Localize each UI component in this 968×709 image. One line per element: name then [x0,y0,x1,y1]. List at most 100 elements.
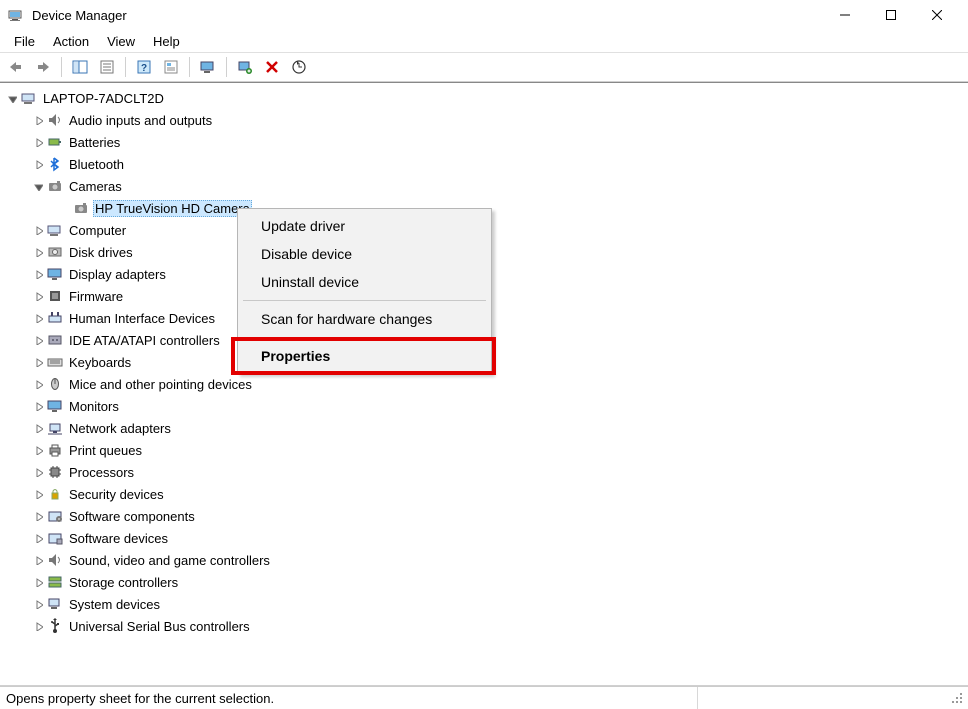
maximize-button[interactable] [868,0,914,30]
chevron-right-icon[interactable] [32,378,44,390]
menu-file[interactable]: File [6,32,43,51]
chevron-right-icon[interactable] [32,466,44,478]
chevron-right-icon[interactable] [32,620,44,632]
monitor-toolbar-button[interactable] [196,55,220,79]
context-menu-item-update-driver[interactable]: Update driver [241,212,488,240]
toolbar-icon-2[interactable] [159,55,183,79]
monitor-icon [47,398,63,414]
chevron-right-icon[interactable] [32,422,44,434]
tree-category-battery[interactable]: Batteries [0,131,968,153]
refresh-button[interactable] [287,55,311,79]
menu-view[interactable]: View [99,32,143,51]
chevron-down-icon[interactable] [32,180,44,192]
disk-icon [47,244,63,260]
tree-category-label: Processors [67,464,136,481]
tree-category-speaker[interactable]: Audio inputs and outputs [0,109,968,131]
display-icon [47,266,63,282]
tree-category-label: Batteries [67,134,122,151]
chevron-right-icon[interactable] [32,136,44,148]
uninstall-button[interactable] [260,55,284,79]
firmware-icon [47,288,63,304]
tree-category-label: Display adapters [67,266,168,283]
storage-icon [47,574,63,590]
tree-category-label: Keyboards [67,354,133,371]
chevron-right-icon[interactable] [32,290,44,302]
speaker-icon [47,112,63,128]
computer-icon [21,90,37,106]
tree-category-security[interactable]: Security devices [0,483,968,505]
tree-category-label: Monitors [67,398,121,415]
tree-category-camera[interactable]: Cameras [0,175,968,197]
bluetooth-icon [47,156,63,172]
chevron-right-icon[interactable] [32,400,44,412]
show-hide-tree-button[interactable] [68,55,92,79]
tree-category-label: Universal Serial Bus controllers [67,618,252,635]
tree-category-storage[interactable]: Storage controllers [0,571,968,593]
help-button[interactable]: ? [132,55,156,79]
tree-category-monitor[interactable]: Monitors [0,395,968,417]
camera-icon [73,200,89,216]
context-menu-item-scan-for-hardware-changes[interactable]: Scan for hardware changes [241,305,488,333]
hid-icon [47,310,63,326]
chevron-right-icon[interactable] [32,554,44,566]
chevron-right-icon[interactable] [32,532,44,544]
tree-category-mouse[interactable]: Mice and other pointing devices [0,373,968,395]
security-icon [47,486,63,502]
tree-category-usb[interactable]: Universal Serial Bus controllers [0,615,968,637]
tree-category-label: Software devices [67,530,170,547]
tree-category-label: Security devices [67,486,166,503]
back-button[interactable] [4,55,28,79]
scan-hardware-button[interactable] [233,55,257,79]
menu-help[interactable]: Help [145,32,188,51]
toolbar-separator [125,57,126,77]
chevron-right-icon[interactable] [32,598,44,610]
chevron-right-icon[interactable] [32,488,44,500]
chevron-right-icon[interactable] [32,576,44,588]
tree-category-label: IDE ATA/ATAPI controllers [67,332,222,349]
system-icon [47,596,63,612]
tree-category-label: Network adapters [67,420,173,437]
cpu-icon [47,464,63,480]
tree-category-sound[interactable]: Sound, video and game controllers [0,549,968,571]
tree-category-system[interactable]: System devices [0,593,968,615]
titlebar: Device Manager [0,0,968,30]
tree-category-label: Firmware [67,288,125,305]
tree-category-cpu[interactable]: Processors [0,461,968,483]
properties-toolbar-button[interactable] [95,55,119,79]
context-menu-item-uninstall-device[interactable]: Uninstall device [241,268,488,296]
context-menu-item-disable-device[interactable]: Disable device [241,240,488,268]
forward-button[interactable] [31,55,55,79]
chevron-right-icon[interactable] [32,356,44,368]
chevron-right-icon[interactable] [32,334,44,346]
tree-category-bluetooth[interactable]: Bluetooth [0,153,968,175]
chevron-right-icon[interactable] [32,510,44,522]
tree-category-label: Mice and other pointing devices [67,376,254,393]
context-menu-item-properties[interactable]: Properties [241,342,488,370]
chevron-right-icon[interactable] [32,268,44,280]
tree-category-label: Disk drives [67,244,135,261]
chevron-right-icon[interactable] [32,312,44,324]
tree-category-label: Sound, video and game controllers [67,552,272,569]
chevron-down-icon[interactable] [6,92,18,104]
software-comp-icon [47,508,63,524]
tree-category-network[interactable]: Network adapters [0,417,968,439]
chevron-right-icon[interactable] [32,114,44,126]
chevron-right-icon[interactable] [32,224,44,236]
chevron-right-icon[interactable] [32,158,44,170]
camera-icon [47,178,63,194]
tree-category-software-dev[interactable]: Software devices [0,527,968,549]
chevron-right-icon[interactable] [32,444,44,456]
tree-category-software-comp[interactable]: Software components [0,505,968,527]
minimize-button[interactable] [822,0,868,30]
resize-grip[interactable] [948,689,966,707]
tree-root-node[interactable]: LAPTOP-7ADCLT2D [0,87,968,109]
menu-action[interactable]: Action [45,32,97,51]
tree-category-printer[interactable]: Print queues [0,439,968,461]
close-button[interactable] [914,0,960,30]
tree-category-label: Storage controllers [67,574,180,591]
tree-category-label: Bluetooth [67,156,126,173]
context-menu-separator [243,337,486,338]
chevron-right-icon[interactable] [32,246,44,258]
status-text: Opens property sheet for the current sel… [0,691,697,706]
device-tree[interactable]: LAPTOP-7ADCLT2DAudio inputs and outputs B… [0,82,968,686]
